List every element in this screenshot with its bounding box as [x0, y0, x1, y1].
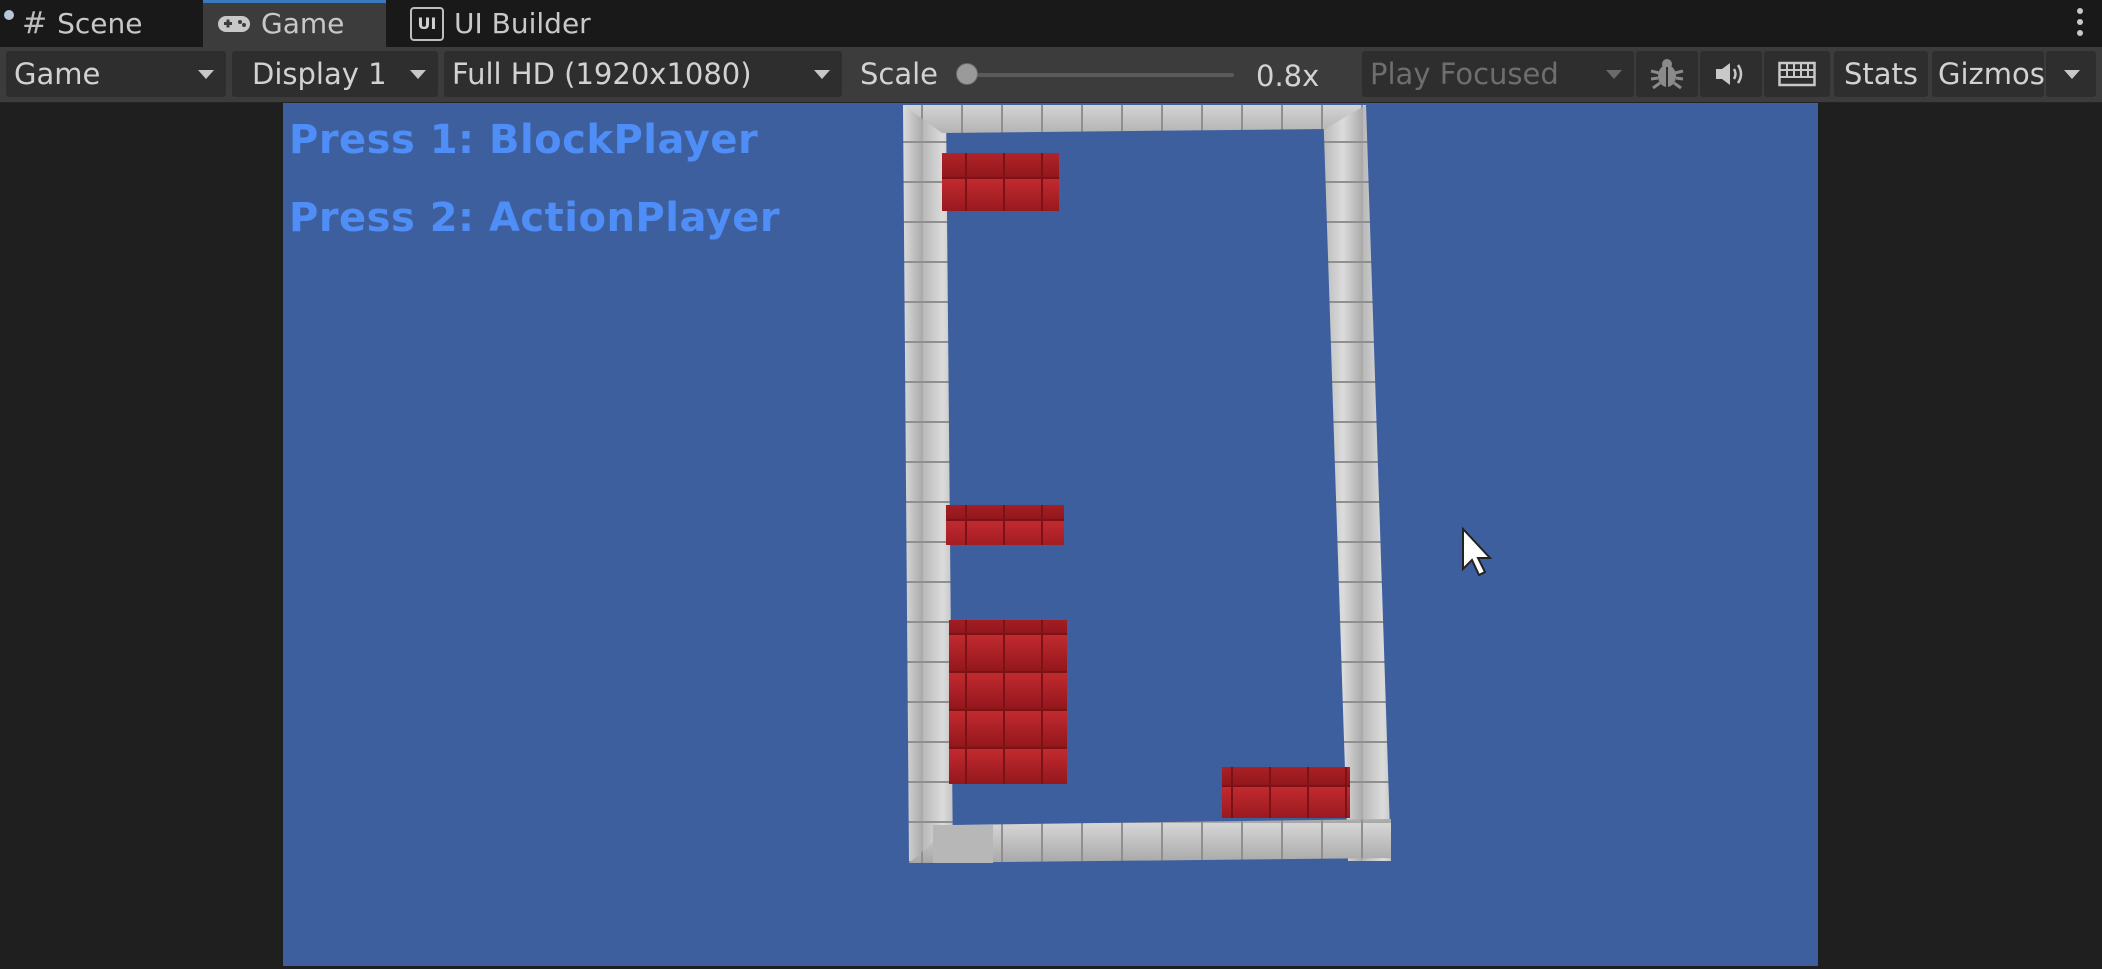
speaker-icon — [1716, 63, 1743, 85]
red-block-middle — [946, 505, 1064, 545]
scale-control: Scale 0.8x — [846, 51, 1364, 97]
hash-icon: # — [22, 6, 48, 41]
wall-top — [903, 105, 1366, 133]
view-mode-value: Game — [14, 57, 101, 91]
keyboard-icon — [1778, 61, 1816, 87]
tab-game[interactable]: Game — [203, 0, 386, 47]
view-mode-dropdown[interactable]: Game — [6, 51, 226, 97]
scale-label: Scale — [860, 57, 939, 91]
chevron-down-icon — [198, 70, 214, 79]
play-mode-value: Play Focused — [1370, 57, 1559, 91]
game-toolbar: Game Display 1 Full HD (1920x1080) Scale… — [0, 47, 2102, 103]
tab-bar: # Scene Game UI UI Builder — [0, 0, 2102, 47]
bug-icon — [1650, 59, 1684, 90]
gizmos-dropdown[interactable] — [2046, 51, 2096, 97]
chevron-down-icon — [814, 70, 830, 79]
chevron-down-icon — [2064, 70, 2080, 79]
game-view[interactable]: Press 1: BlockPlayer Press 2: ActionPlay… — [283, 103, 1818, 966]
status-dot — [4, 10, 14, 20]
display-dropdown[interactable]: Display 1 — [232, 51, 438, 97]
more-options-icon[interactable] — [2076, 8, 2084, 36]
ui-builder-icon: UI — [410, 6, 444, 41]
mouse-cursor — [1462, 526, 1493, 577]
resolution-value: Full HD (1920x1080) — [452, 57, 752, 91]
red-blocks — [942, 153, 1350, 818]
hud-instruction-actionplayer: Press 2: ActionPlayer — [289, 195, 781, 241]
shortcuts-button[interactable] — [1764, 51, 1830, 97]
chevron-down-icon — [410, 70, 426, 79]
red-block-top — [942, 153, 1059, 211]
tab-game-label: Game — [261, 7, 345, 40]
red-block-tall — [949, 620, 1067, 784]
wall-right — [1323, 105, 1391, 861]
red-block-bottom-right — [1222, 767, 1350, 818]
resolution-dropdown[interactable]: Full HD (1920x1080) — [444, 51, 842, 97]
gamepad-icon — [218, 15, 250, 32]
scale-slider-handle[interactable] — [956, 63, 978, 85]
wall-floor-step — [933, 825, 993, 863]
play-mode-dropdown[interactable]: Play Focused — [1362, 51, 1634, 97]
debug-button[interactable] — [1636, 51, 1698, 97]
chevron-down-icon — [1606, 70, 1622, 79]
wall-left — [903, 105, 953, 863]
gizmos-label: Gizmos — [1938, 57, 2045, 91]
stats-button[interactable]: Stats — [1834, 51, 1928, 97]
gizmos-button[interactable]: Gizmos — [1932, 51, 2045, 97]
tab-scene-label: Scene — [57, 7, 143, 40]
scale-slider-track[interactable] — [964, 73, 1234, 77]
scale-value: 0.8x — [1256, 59, 1320, 93]
stats-label: Stats — [1843, 57, 1919, 91]
tab-ui-builder[interactable]: UI UI Builder — [404, 0, 624, 47]
display-value: Display 1 — [252, 57, 387, 91]
tab-ui-builder-label: UI Builder — [454, 7, 591, 40]
mute-audio-button[interactable] — [1700, 51, 1762, 97]
tab-scene[interactable]: # Scene — [20, 0, 197, 47]
hud-instruction-blockplayer: Press 1: BlockPlayer — [289, 117, 759, 163]
